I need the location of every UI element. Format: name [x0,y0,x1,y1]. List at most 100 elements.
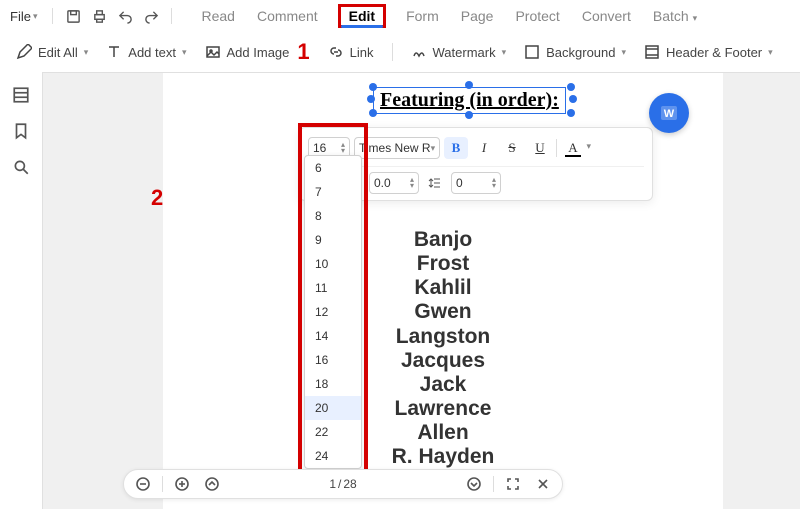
text-line: Lawrence [163,397,723,421]
link-label: Link [350,45,374,60]
chevron-down-icon: ▾ [431,143,436,154]
tab-form[interactable]: Form [404,4,441,28]
word-icon: W [659,103,679,123]
divider [493,476,494,492]
chevron-down-icon: ▾ [622,47,627,58]
chevron-down-icon: ▾ [586,141,591,152]
left-sidebar [0,72,42,509]
resize-handle[interactable] [569,95,577,103]
stepper-icon[interactable]: ▴▾ [410,177,414,189]
text-line: Banjo [163,228,723,252]
chevron-down-icon: ▾ [33,11,38,22]
background-label: Background [546,45,615,60]
close-button[interactable] [532,473,554,495]
background-button[interactable]: Background ▾ [524,44,626,60]
scroll-down-button[interactable] [463,473,485,495]
add-text-button[interactable]: Add text ▾ [106,44,186,60]
resize-handle[interactable] [465,111,473,119]
print-icon[interactable] [90,7,108,25]
fullscreen-button[interactable] [502,473,524,495]
zoom-in-button[interactable] [171,473,193,495]
resize-handle[interactable] [567,83,575,91]
font-color-button[interactable]: A▾ [561,137,585,159]
letter-spacing-input[interactable]: 0.0 ▴▾ [369,172,419,194]
export-word-button[interactable]: W [649,93,689,133]
file-menu-label: File [10,9,31,24]
tab-batch[interactable]: Batch ▾ [651,4,699,28]
watermark-icon [411,44,427,60]
main-tabs: Read Comment Edit Form Page Protect Conv… [199,4,699,28]
current-page: 1 [329,477,336,491]
bookmark-icon[interactable] [12,122,30,140]
line-spacing-value: 0 [456,176,463,190]
scroll-up-button[interactable] [201,473,223,495]
divider [392,43,393,61]
divider [171,8,172,24]
tab-read[interactable]: Read [199,4,236,28]
bold-button[interactable]: B [444,137,468,159]
link-button[interactable]: Link [328,44,374,60]
resize-handle[interactable] [369,83,377,91]
divider [556,139,557,157]
text-line: Kahlil [163,276,723,300]
image-icon [205,44,221,60]
italic-button[interactable]: I [472,137,496,159]
undo-icon[interactable] [116,7,134,25]
watermark-label: Watermark [433,45,496,60]
underline-button[interactable]: U [528,137,552,159]
document-canvas[interactable]: Featuring (in order): 16 ▴▾ Times New R … [42,72,800,509]
text-line: Frost [163,252,723,276]
tab-convert[interactable]: Convert [580,4,633,28]
watermark-button[interactable]: Watermark ▾ [411,44,507,60]
line-spacing-icon [423,172,447,194]
chevron-down-icon: ▾ [502,47,507,58]
menubar: File ▾ Read Comment Edit Form Page Prote… [0,0,800,32]
add-image-label: Add Image [227,45,290,60]
page-controls: 1 / 28 [123,469,563,499]
resize-handle[interactable] [465,81,473,89]
annotation-2: 2 [151,185,163,211]
page: Featuring (in order): 16 ▴▾ Times New R … [163,73,723,509]
page-indicator[interactable]: 1 / 28 [329,477,356,491]
letter-spacing-value: 0.0 [374,176,391,190]
text-icon [106,44,122,60]
header-footer-button[interactable]: Header & Footer ▾ [644,44,773,60]
tab-protect[interactable]: Protect [513,4,561,28]
file-menu[interactable]: File ▾ [6,9,41,24]
save-icon[interactable] [64,7,82,25]
selected-text-object[interactable]: Featuring (in order): [373,87,566,114]
resize-handle[interactable] [369,109,377,117]
add-text-label: Add text [128,45,176,60]
search-icon[interactable] [12,158,30,176]
tab-batch-label: Batch [653,8,689,24]
divider [162,476,163,492]
page-sep: / [338,477,341,491]
edit-all-button[interactable]: Edit All ▾ [16,44,88,60]
text-line: R. Hayden [163,445,723,469]
stepper-icon[interactable]: ▴▾ [492,177,496,189]
edit-ribbon: Edit All ▾ Add text ▾ Add Image 1 Link W… [0,32,800,72]
edit-all-label: Edit All [38,45,78,60]
tab-comment[interactable]: Comment [255,4,320,28]
document-body-text[interactable]: BanjoFrostKahlilGwenLangstonJacquesJackL… [163,228,723,494]
thumbnails-icon[interactable] [12,86,30,104]
font-family-value: Times New R [359,141,431,155]
background-icon [524,44,540,60]
link-icon [328,44,344,60]
zoom-out-button[interactable] [132,473,154,495]
redo-icon[interactable] [142,7,160,25]
text-line: Jacques [163,349,723,373]
text-line: Allen [163,421,723,445]
line-spacing-input[interactable]: 0 ▴▾ [451,172,501,194]
total-pages: 28 [343,477,356,491]
resize-handle[interactable] [367,95,375,103]
tab-page[interactable]: Page [459,4,496,28]
tab-edit[interactable]: Edit [338,4,386,28]
add-image-button[interactable]: Add Image [205,44,290,60]
text-line: Jack [163,373,723,397]
chevron-down-icon: ▾ [182,47,187,58]
resize-handle[interactable] [567,109,575,117]
annotation-1: 1 [297,39,309,65]
strikethrough-button[interactable]: S [500,137,524,159]
text-line: Langston [163,325,723,349]
